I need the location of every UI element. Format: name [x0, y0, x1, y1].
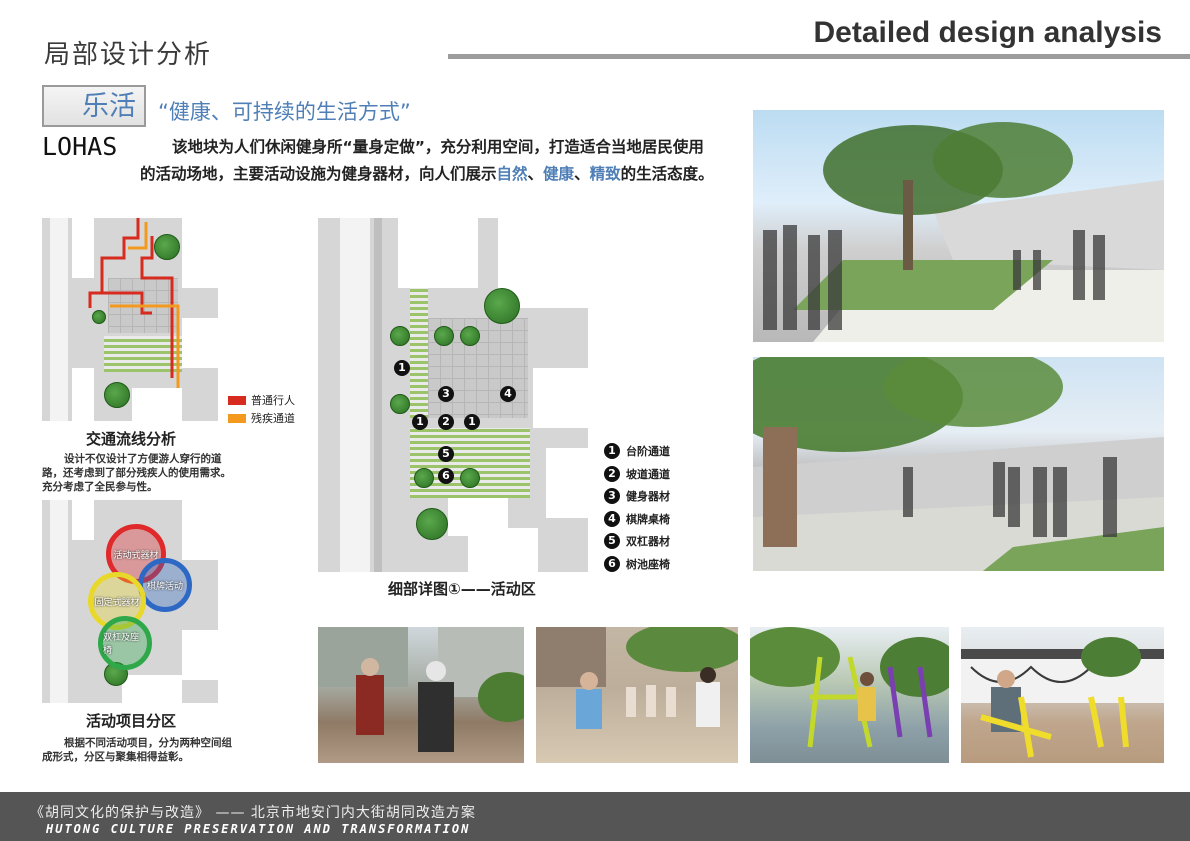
activity-zone-map: 活动式器材 棋牌活动 固定式器材 双杠及座椅 [42, 500, 218, 703]
plan-marker: 6 [438, 468, 454, 484]
intro-sep-2: 、 [574, 165, 590, 183]
map-tree [414, 468, 434, 488]
map-building [546, 448, 588, 518]
zone-chess-cards: 棋牌活动 [138, 558, 192, 612]
detail-legend-item: 2 坡道通道 [604, 463, 724, 486]
detail-legend-item: 5 双杠器材 [604, 530, 724, 553]
traffic-description: 设计不仅设计了方便游人穿行的道路，还考虑到了部分残疾人的使用需求。充分考虑了全民… [42, 453, 231, 493]
photo-2-illustration [536, 627, 738, 729]
detail-caption: 细部详图①——活动区 [388, 580, 536, 598]
map-building [468, 528, 538, 572]
legend-accessible-label: 残疾通道 [251, 412, 295, 425]
legend-num: 1 [604, 443, 620, 460]
rendering-1 [753, 110, 1164, 342]
map-tree [390, 394, 410, 414]
photo-tai-chi-group [536, 627, 738, 763]
title-divider [448, 54, 1190, 59]
map-tree [416, 508, 448, 540]
intro-text-2: 的生活态度。 [620, 165, 714, 183]
rendering-2 [753, 357, 1164, 571]
legend-label: 健身器材 [626, 490, 670, 504]
plan-marker: 1 [394, 360, 410, 376]
map-building [182, 500, 218, 560]
footer-title-en: HUTONG CULTURE PRESERVATION AND TRANSFOR… [46, 822, 471, 836]
map-tree [390, 326, 410, 346]
map-kerb [374, 218, 382, 572]
map-street [50, 500, 68, 703]
lohas-label: LOHAS [42, 132, 118, 161]
intro-highlight-health: 健康 [543, 165, 575, 183]
page-title-en: Detailed design analysis [813, 16, 1162, 49]
legend-label: 坡道通道 [626, 467, 670, 481]
map-building [533, 368, 588, 428]
intro-sep-1: 、 [527, 165, 544, 183]
map-building [182, 630, 218, 680]
map-tree [484, 288, 520, 324]
map-tree [460, 326, 480, 346]
traffic-route-lines [88, 218, 180, 388]
traffic-caption: 交通流线分析 [86, 430, 177, 448]
photo-3-illustration [750, 627, 949, 748]
slogan: “健康、可持续的生活方式” [158, 100, 411, 124]
traffic-flow-map [42, 218, 218, 421]
rendering-2-illustration [753, 357, 1164, 571]
plan-marker: 1 [412, 414, 428, 430]
rendering-1-illustration [763, 122, 1164, 342]
zones-caption: 活动项目分区 [86, 712, 177, 730]
zones-description: 根据不同活动项目，分为两种空间组成形式，分区与聚集相得益彰。 [42, 737, 232, 763]
zone-parallel-bars-seats: 双杠及座椅 [98, 616, 152, 670]
map-tree [434, 326, 454, 346]
map-building [398, 218, 478, 288]
page-title-cn: 局部设计分析 [44, 40, 213, 70]
plan-marker: 1 [464, 414, 480, 430]
legend-swatch-red [228, 395, 246, 405]
legend-num: 6 [604, 555, 620, 572]
legend-pedestrian: 普通行人 [228, 392, 295, 408]
map-steps [410, 288, 428, 418]
legend-swatch-orange [228, 413, 246, 423]
photo-outdoor-gym [961, 627, 1164, 763]
map-building [72, 500, 94, 540]
legend-num: 3 [604, 488, 620, 505]
photo-fitness-equipment [750, 627, 949, 763]
detail-legend: 1 台阶通道 2 坡道通道 3 健身器材 4 棋牌桌椅 5 双杠器材 6 树池座椅 [604, 440, 724, 575]
photo-4-illustration [961, 637, 1164, 758]
lohas-tag: 乐活 [42, 85, 146, 127]
detail-legend-item: 1 台阶通道 [604, 440, 724, 463]
plan-marker: 4 [500, 386, 516, 402]
legend-label: 台阶通道 [626, 445, 670, 459]
legend-label: 双杠器材 [626, 535, 670, 549]
plan-marker: 3 [438, 386, 454, 402]
legend-num: 2 [604, 465, 620, 482]
legend-accessible: 残疾通道 [228, 410, 295, 426]
legend-label: 棋牌桌椅 [626, 512, 670, 526]
plan-marker: 5 [438, 446, 454, 462]
intro-highlight-refined: 精致 [589, 165, 621, 183]
legend-num: 4 [604, 510, 620, 527]
map-tree [460, 468, 480, 488]
photo-elderly-exercise [318, 627, 524, 763]
map-building [122, 675, 182, 703]
photo-1-illustration [318, 627, 524, 752]
detail-plan-map: 1 3 4 1 2 1 5 6 [318, 218, 588, 572]
legend-pedestrian-label: 普通行人 [251, 394, 295, 407]
legend-num: 5 [604, 533, 620, 550]
plan-marker: 2 [438, 414, 454, 430]
detail-legend-item: 3 健身器材 [604, 485, 724, 508]
legend-label: 树池座椅 [626, 557, 670, 571]
intro-paragraph: 该地块为人们休闲健身所“量身定做”，充分利用空间，打造适合当地居民使用的活动场地… [140, 134, 716, 188]
detail-legend-item: 6 树池座椅 [604, 553, 724, 576]
footer-title-cn: 《胡同文化的保护与改造》 —— 北京市地安门内大街胡同改造方案 [30, 805, 476, 821]
detail-legend-item: 4 棋牌桌椅 [604, 508, 724, 531]
intro-highlight-nature: 自然 [496, 165, 528, 183]
map-street [340, 218, 370, 572]
